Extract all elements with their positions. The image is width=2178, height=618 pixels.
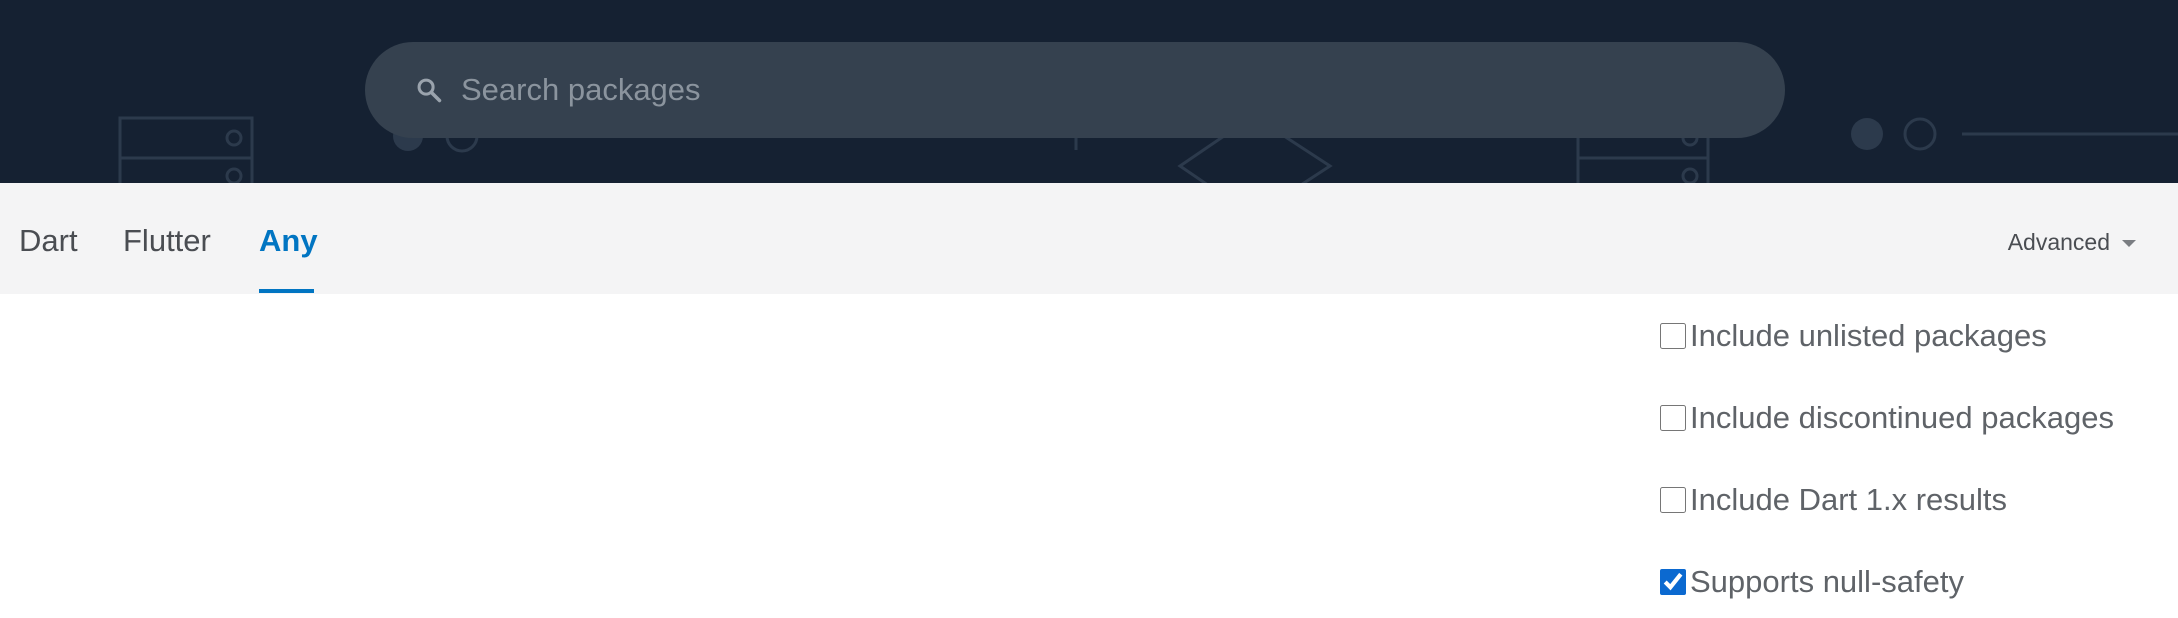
null-safety-checkbox[interactable] — [1660, 569, 1686, 595]
tab-flutter[interactable]: Flutter — [123, 225, 211, 256]
page: Dart Flutter Any Advanced Include unlist… — [0, 0, 2178, 618]
caret-down-icon — [2122, 240, 2136, 247]
option-label: Include unlisted packages — [1690, 318, 2047, 353]
tab-any[interactable]: Any — [259, 225, 318, 256]
option-label: Supports null-safety — [1690, 564, 1964, 599]
tab-dart[interactable]: Dart — [19, 225, 78, 256]
advanced-toggle[interactable]: Advanced — [2008, 229, 2136, 256]
option-include-unlisted[interactable]: Include unlisted packages — [1658, 312, 2047, 360]
advanced-label: Advanced — [2007, 229, 2110, 255]
search-icon — [417, 78, 442, 103]
search-input[interactable] — [461, 60, 1741, 120]
search-bar[interactable] — [365, 42, 1785, 138]
option-label: Include Dart 1.x results — [1690, 482, 2008, 517]
option-label: Include discontinued packages — [1690, 400, 2114, 435]
option-include-discontinued[interactable]: Include discontinued packages — [1658, 394, 2114, 442]
option-include-dart1[interactable]: Include Dart 1.x results — [1658, 476, 2007, 524]
site-header — [0, 0, 2178, 183]
include-discontinued-checkbox[interactable] — [1660, 405, 1686, 431]
include-dart1-checkbox[interactable] — [1660, 487, 1686, 513]
active-tab-indicator — [259, 289, 314, 293]
option-null-safety[interactable]: Supports null-safety — [1658, 558, 1964, 606]
include-unlisted-checkbox[interactable] — [1660, 323, 1686, 349]
sdk-tabs-bar: Dart Flutter Any Advanced — [0, 183, 2178, 294]
